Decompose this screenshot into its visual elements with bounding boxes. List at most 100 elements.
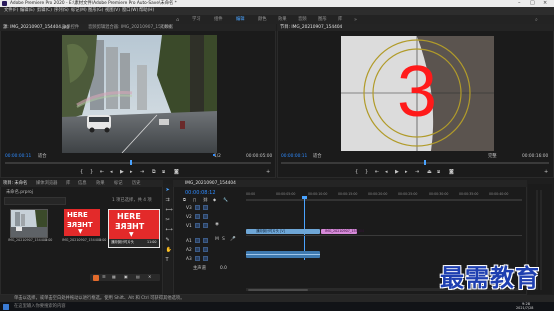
menu-marker[interactable]: 标记(M) bbox=[71, 8, 87, 13]
source-playhead[interactable] bbox=[130, 160, 132, 165]
timeline-timecode[interactable]: 00:00:08:12 bbox=[185, 191, 216, 196]
go-to-in-icon[interactable]: ⇤ bbox=[375, 170, 379, 175]
program-add-button-icon[interactable]: + bbox=[544, 170, 548, 175]
workspace-effects[interactable]: 效果 bbox=[278, 17, 287, 22]
tab-media-browser[interactable]: 媒体浏览器 bbox=[36, 181, 57, 186]
timeline-scroll-thumb[interactable] bbox=[248, 288, 308, 291]
ime-icon[interactable] bbox=[93, 274, 99, 281]
slip-tool-icon[interactable]: ⟷ bbox=[166, 228, 173, 233]
selection-tool-icon[interactable]: ➤ bbox=[166, 188, 170, 193]
solo-icon[interactable]: S bbox=[222, 237, 225, 243]
source-resolution-select[interactable]: 1/2 bbox=[214, 154, 221, 159]
menu-view[interactable]: 视图(V) bbox=[105, 8, 120, 13]
step-back-icon[interactable]: ◂ bbox=[385, 170, 388, 175]
track-target-a3[interactable] bbox=[195, 256, 200, 261]
mute-icon[interactable]: M bbox=[215, 237, 219, 243]
windows-start-icon[interactable] bbox=[3, 303, 9, 310]
step-forward-icon[interactable]: ▸ bbox=[130, 170, 133, 175]
program-resolution-select[interactable]: 完整 bbox=[488, 154, 497, 159]
extract-icon[interactable]: ⧈ bbox=[437, 170, 440, 175]
lock-icon[interactable] bbox=[203, 205, 208, 210]
tab-program[interactable]: 节目: IMG_20210907_154404 bbox=[280, 25, 342, 30]
source-add-button-icon[interactable]: + bbox=[266, 170, 270, 175]
program-scrubber-bar[interactable] bbox=[281, 162, 549, 164]
minimize-icon[interactable]: – bbox=[518, 1, 521, 6]
project-item-thumbnail-3[interactable]: HERE THERE ▼ 通用倒计时片头 11:00 bbox=[108, 209, 160, 248]
step-back-icon[interactable]: ◂ bbox=[110, 170, 113, 175]
tab-project[interactable]: 项目: 未命名 bbox=[3, 181, 27, 186]
tab-source[interactable]: 源: IMG_20210907_154404.jpg bbox=[3, 25, 69, 30]
lock-icon[interactable] bbox=[203, 214, 208, 219]
search-icon[interactable]: ⌕ bbox=[535, 17, 538, 23]
track-target-a1[interactable] bbox=[195, 238, 200, 243]
home-icon[interactable]: ⌂ bbox=[176, 17, 179, 23]
maximize-icon[interactable]: □ bbox=[530, 1, 535, 6]
export-frame-icon[interactable]: ◙ bbox=[174, 170, 179, 175]
eye-icon[interactable]: ◉ bbox=[215, 222, 219, 228]
lock-icon[interactable] bbox=[203, 223, 208, 228]
timeline-playhead-handle[interactable] bbox=[302, 196, 307, 199]
type-tool-icon[interactable]: T bbox=[166, 258, 169, 263]
go-to-in-icon[interactable]: ⇤ bbox=[100, 170, 104, 175]
timeline-settings-icon[interactable]: 🔧 bbox=[223, 198, 228, 202]
timeline-clip-image[interactable]: IMG_20210907_154404 bbox=[321, 229, 364, 234]
workspace-learn[interactable]: 学习 bbox=[192, 17, 201, 22]
icon-view-icon[interactable]: ▦ bbox=[112, 275, 116, 279]
delete-icon[interactable]: ✕ bbox=[148, 275, 151, 279]
mark-out-icon[interactable]: } bbox=[90, 170, 93, 175]
linked-selection-icon[interactable]: ⛓ bbox=[203, 198, 208, 202]
menu-edit[interactable]: 编辑(E) bbox=[20, 8, 35, 13]
menu-window[interactable]: 窗口(W) bbox=[122, 8, 138, 13]
nest-icon[interactable]: ⧉ bbox=[183, 198, 186, 202]
mark-in-icon[interactable]: { bbox=[80, 170, 83, 175]
export-frame-icon[interactable]: ◙ bbox=[449, 170, 454, 175]
mark-in-icon[interactable]: { bbox=[355, 170, 358, 175]
play-icon[interactable]: ▶ bbox=[395, 170, 399, 175]
razor-tool-icon[interactable]: ✂ bbox=[166, 218, 170, 223]
timeline-clip-countdown[interactable]: 通用倒计时片头 [V] bbox=[246, 229, 320, 234]
list-view-icon[interactable]: ☰ bbox=[102, 275, 106, 279]
track-target-v2[interactable] bbox=[195, 214, 200, 219]
project-search-input[interactable] bbox=[4, 197, 66, 205]
pen-tool-icon[interactable]: ✎ bbox=[166, 238, 170, 243]
close-icon[interactable]: × bbox=[543, 1, 547, 6]
menu-file[interactable]: 文件(F) bbox=[4, 8, 18, 13]
step-forward-icon[interactable]: ▸ bbox=[405, 170, 408, 175]
tab-effect-controls[interactable]: 效果控件 bbox=[62, 25, 79, 30]
microphone-icon[interactable]: 🎤 bbox=[230, 237, 236, 243]
workspace-graphics[interactable]: 图形 bbox=[318, 17, 327, 22]
ripple-edit-tool-icon[interactable]: ⟺ bbox=[166, 208, 173, 213]
tab-info[interactable]: 信息 bbox=[78, 181, 87, 186]
program-playhead[interactable] bbox=[424, 160, 426, 165]
overwrite-icon[interactable]: ⧈ bbox=[162, 170, 165, 175]
add-marker-icon[interactable]: ◆ bbox=[213, 198, 216, 202]
menu-help[interactable]: 帮助(H) bbox=[139, 8, 154, 13]
workspace-audio[interactable]: 音频 bbox=[298, 17, 307, 22]
workspace-color[interactable]: 颜色 bbox=[258, 17, 267, 22]
tab-markers[interactable]: 标记 bbox=[114, 181, 123, 186]
source-timecode-left[interactable]: 00:00:00:11 bbox=[5, 154, 31, 159]
menu-clip[interactable]: 剪辑(C) bbox=[37, 8, 52, 13]
track-select-tool-icon[interactable]: ⇉ bbox=[166, 198, 170, 203]
workspace-editing[interactable]: 编辑 bbox=[236, 17, 245, 22]
new-bin-icon[interactable]: ▣ bbox=[124, 275, 128, 279]
track-target-v1[interactable] bbox=[195, 223, 200, 228]
workspace-assembly[interactable]: 组件 bbox=[214, 17, 223, 22]
lock-icon[interactable] bbox=[203, 247, 208, 252]
snap-icon[interactable]: ⋂ bbox=[193, 198, 196, 202]
menu-graphics[interactable]: 图形(G) bbox=[88, 8, 103, 13]
lift-icon[interactable]: ⏏ bbox=[427, 170, 432, 175]
source-scrubber-bar[interactable] bbox=[5, 162, 271, 164]
tab-effects[interactable]: 效果 bbox=[96, 181, 105, 186]
project-item-thumbnail-1[interactable] bbox=[10, 209, 48, 238]
go-to-out-icon[interactable]: ⇥ bbox=[140, 170, 144, 175]
lock-icon[interactable] bbox=[203, 238, 208, 243]
taskbar-search[interactable]: 在这里输入你要搜索的内容 bbox=[14, 304, 66, 309]
go-to-out-icon[interactable]: ⇥ bbox=[415, 170, 419, 175]
project-item-thumbnail-2[interactable]: HERE THERE ▼ bbox=[64, 209, 100, 236]
menu-sequence[interactable]: 序列(S) bbox=[54, 8, 69, 13]
source-fit-select[interactable]: 适合 bbox=[38, 154, 47, 159]
new-item-icon[interactable]: ▤ bbox=[136, 275, 140, 279]
tab-history[interactable]: 历史 bbox=[132, 181, 141, 186]
workspace-libraries[interactable]: 库 bbox=[338, 17, 342, 22]
